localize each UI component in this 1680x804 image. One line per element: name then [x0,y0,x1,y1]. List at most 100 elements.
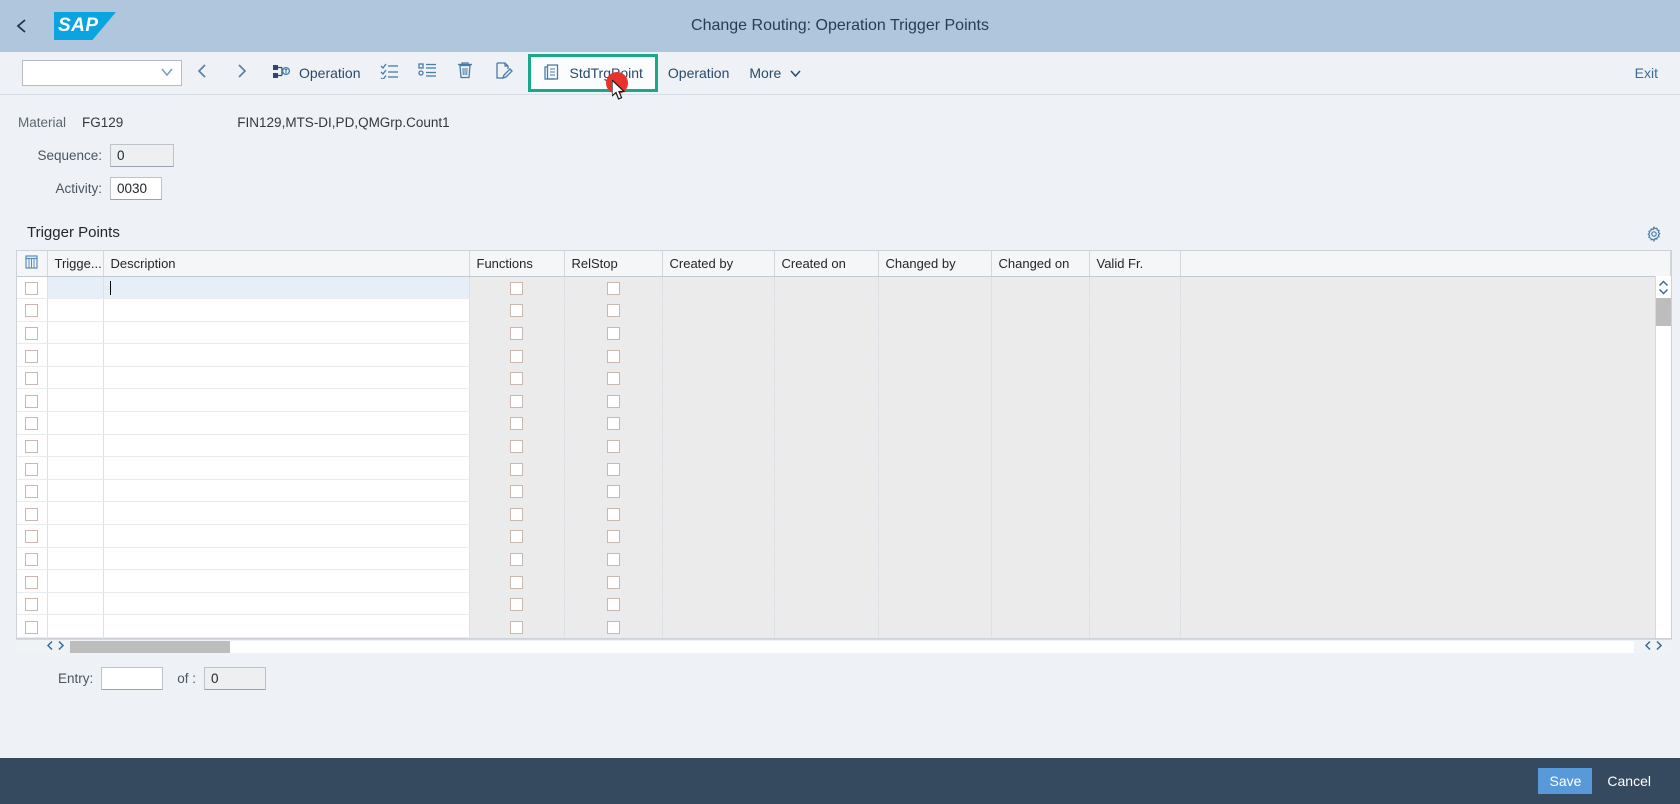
hscroll-step-arrows[interactable] [46,640,70,654]
functions-checkbox[interactable] [510,281,523,295]
stdtrgpoint-button[interactable]: StdTrgPoint [528,54,658,92]
vertical-scroll-thumb[interactable] [1656,298,1671,326]
relstop-checkbox[interactable] [606,575,620,589]
row-select-checkbox[interactable] [25,349,39,363]
row-select-checkbox[interactable] [25,281,39,295]
cell-functions[interactable] [469,501,565,526]
column-header-created-on[interactable]: Created on [774,251,879,277]
operation-button[interactable]: Operation [262,58,370,88]
table-row[interactable] [17,501,1671,526]
cell-description[interactable] [103,411,470,435]
cell-relstop[interactable] [564,366,663,390]
functions-checkbox[interactable] [510,327,523,341]
row-select-cell[interactable] [17,388,48,413]
row-select-checkbox[interactable] [25,372,39,386]
exit-button[interactable]: Exit [1629,65,1664,81]
cell-functions[interactable] [469,321,565,345]
table-row[interactable] [17,411,1671,435]
row-select-cell[interactable] [17,501,48,526]
relstop-checkbox[interactable] [606,304,620,318]
cell-relstop[interactable] [564,388,663,413]
row-select-checkbox[interactable] [25,598,39,612]
cell-relstop[interactable] [564,298,663,322]
hscroll-right-arrows[interactable] [1634,640,1672,654]
cell-description[interactable] [103,388,470,413]
cell-functions[interactable] [469,524,565,548]
variant-select[interactable] [22,60,182,86]
functions-checkbox[interactable] [510,575,523,589]
cell-functions[interactable] [469,547,565,571]
cell-trigger[interactable] [47,479,104,503]
row-select-checkbox[interactable] [25,462,39,476]
cell-trigger[interactable] [47,456,104,480]
cell-trigger[interactable] [47,569,104,593]
cell-relstop[interactable] [564,411,663,435]
table-row[interactable] [17,592,1671,616]
table-row[interactable] [17,434,1671,458]
cell-functions[interactable] [469,276,565,300]
cell-functions[interactable] [469,411,565,435]
cell-relstop[interactable] [564,321,663,345]
functions-checkbox[interactable] [510,552,523,566]
cell-relstop[interactable] [564,524,663,548]
functions-checkbox[interactable] [510,507,523,521]
cell-relstop[interactable] [564,592,663,616]
functions-checkbox[interactable] [510,417,523,431]
row-select-cell[interactable] [17,434,48,458]
cell-functions[interactable] [469,366,565,390]
functions-checkbox[interactable] [510,485,523,499]
functions-checkbox[interactable] [510,304,523,318]
cell-description[interactable] [103,298,470,322]
cell-functions[interactable] [469,569,565,593]
cell-description[interactable] [103,343,470,367]
cell-relstop[interactable] [564,456,663,480]
cell-description[interactable] [103,592,470,616]
functions-checkbox[interactable] [510,439,523,453]
cell-trigger[interactable] [47,388,104,413]
scroll-up-down-arrows[interactable] [1656,276,1671,298]
cell-relstop[interactable] [564,614,663,638]
cell-functions[interactable] [469,388,565,413]
cell-relstop[interactable] [564,343,663,367]
row-select-checkbox[interactable] [25,304,39,318]
cell-trigger[interactable] [47,614,104,638]
relstop-checkbox[interactable] [606,327,620,341]
column-header-changed-by[interactable]: Changed by [878,251,992,277]
row-select-cell[interactable] [17,569,48,593]
cell-trigger[interactable] [47,592,104,616]
table-row[interactable] [17,479,1671,503]
cell-relstop[interactable] [564,434,663,458]
cell-relstop[interactable] [564,547,663,571]
cell-description[interactable] [103,479,470,503]
sequence-field[interactable]: 0 [110,144,174,167]
row-select-checkbox[interactable] [25,507,39,521]
horizontal-scroll-thumb[interactable] [70,640,230,653]
table-row[interactable] [17,614,1671,638]
cell-trigger[interactable] [47,366,104,390]
table-row[interactable] [17,366,1671,390]
cell-description[interactable] [103,547,470,571]
cell-functions[interactable] [469,434,565,458]
cell-description[interactable] [103,501,470,526]
relstop-checkbox[interactable] [606,620,620,634]
functions-checkbox[interactable] [510,372,523,386]
column-header-changed-on[interactable]: Changed on [991,251,1090,277]
next-button[interactable] [222,58,262,88]
row-select-checkbox[interactable] [25,575,39,589]
cell-description[interactable] [103,569,470,593]
row-select-cell[interactable] [17,547,48,571]
cell-functions[interactable] [469,592,565,616]
cell-functions[interactable] [469,614,565,638]
column-header-valid-from[interactable]: Valid Fr. [1089,251,1181,277]
cell-relstop[interactable] [564,479,663,503]
functions-checkbox[interactable] [510,349,523,363]
table-vertical-scrollbar[interactable] [1655,276,1671,638]
cell-trigger[interactable] [47,501,104,526]
edit-details-button[interactable] [484,58,522,88]
operation-menu-button[interactable]: Operation [658,58,739,88]
table-row[interactable] [17,547,1671,571]
list-view-button[interactable] [408,58,446,88]
cell-description[interactable] [103,366,470,390]
relstop-checkbox[interactable] [606,485,620,499]
row-select-checkbox[interactable] [25,530,39,544]
